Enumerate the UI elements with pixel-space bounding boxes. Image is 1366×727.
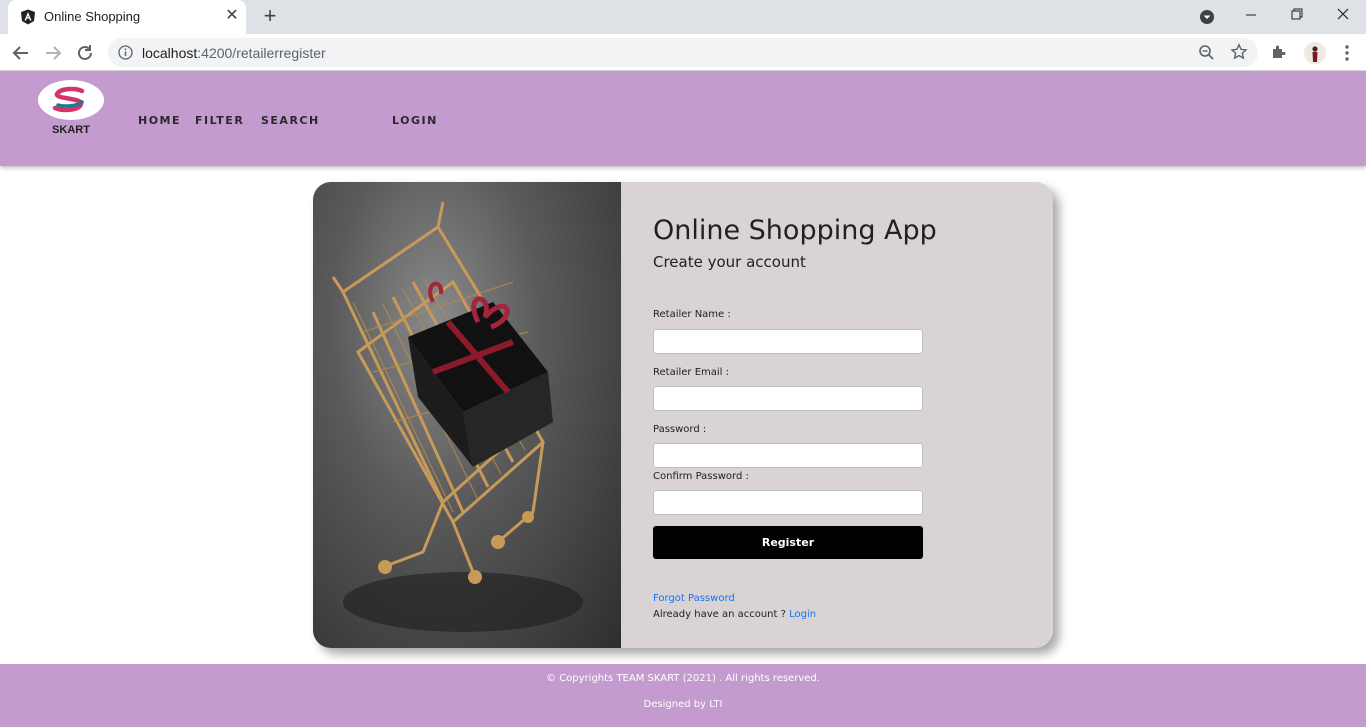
url-path: :4200/retailerregister xyxy=(197,45,326,61)
address-bar[interactable]: localhost:4200/retailerregister xyxy=(108,38,1258,67)
url-text: localhost:4200/retailerregister xyxy=(142,45,326,61)
password-label: Password : xyxy=(653,424,707,435)
retailer-email-label: Retailer Email : xyxy=(653,367,729,378)
browser-tab[interactable]: Online Shopping ✕ xyxy=(8,0,246,34)
tab-title: Online Shopping xyxy=(44,9,141,24)
retailer-name-label: Retailer Name : xyxy=(653,309,731,320)
angular-icon xyxy=(21,9,35,25)
browser-menu-icon[interactable] xyxy=(1338,43,1356,63)
tab-close-icon[interactable]: ✕ xyxy=(222,6,242,26)
nav-home[interactable]: HOME xyxy=(138,114,181,127)
already-account-line: Already have an account ? Login xyxy=(653,609,816,620)
extensions-puzzle-icon[interactable] xyxy=(1270,43,1288,61)
nav-filter[interactable]: FILTER xyxy=(195,114,244,127)
app-header: SKART HOME FILTER SEARCH LOGIN xyxy=(0,71,1366,166)
restore-icon[interactable] xyxy=(1274,0,1320,34)
register-button[interactable]: Register xyxy=(653,526,923,559)
register-card: Online Shopping App Create your account … xyxy=(313,182,1053,648)
app-footer: © Copyrights TEAM SKART (2021) . All rig… xyxy=(0,664,1366,727)
form-subtitle: Create your account xyxy=(653,253,806,271)
confirm-password-label: Confirm Password : xyxy=(653,471,749,482)
register-form: Online Shopping App Create your account … xyxy=(621,182,1053,648)
nav-login[interactable]: LOGIN xyxy=(392,114,438,127)
confirm-password-input[interactable] xyxy=(653,490,923,515)
logo-text: SKART xyxy=(52,124,90,136)
retailer-email-input[interactable] xyxy=(653,386,923,411)
new-tab-icon[interactable]: + xyxy=(258,5,282,29)
zoom-icon[interactable] xyxy=(1198,44,1215,61)
reload-icon[interactable] xyxy=(74,42,96,64)
back-icon[interactable] xyxy=(10,42,32,64)
browser-tabbar: Online Shopping ✕ + xyxy=(0,0,1366,34)
nav-search[interactable]: SEARCH xyxy=(261,114,320,127)
url-host: localhost xyxy=(142,45,198,61)
profile-avatar[interactable] xyxy=(1304,42,1326,64)
retailer-name-input[interactable] xyxy=(653,329,923,354)
browser-toolbar: localhost:4200/retailerregister xyxy=(0,34,1366,71)
bookmark-star-icon[interactable] xyxy=(1230,43,1248,61)
window-close-icon[interactable] xyxy=(1320,0,1366,34)
already-account-text: Already have an account ? xyxy=(653,609,790,620)
forgot-password-link[interactable]: Forgot Password xyxy=(653,593,735,604)
form-title: Online Shopping App xyxy=(653,215,937,246)
copyright-text: © Copyrights TEAM SKART (2021) . All rig… xyxy=(546,673,820,684)
forward-icon[interactable] xyxy=(42,42,64,64)
login-link[interactable]: Login xyxy=(789,609,816,620)
person-icon xyxy=(1304,42,1326,64)
info-icon[interactable] xyxy=(118,45,133,60)
shopping-cart-illustration xyxy=(331,201,583,632)
tab-search-icon[interactable] xyxy=(1198,8,1216,26)
password-input[interactable] xyxy=(653,443,923,468)
shopping-cart-image xyxy=(313,182,621,648)
skart-logo[interactable] xyxy=(38,80,104,120)
designed-by-text: Designed by LTI xyxy=(643,699,723,710)
minimize-icon[interactable] xyxy=(1228,0,1274,34)
